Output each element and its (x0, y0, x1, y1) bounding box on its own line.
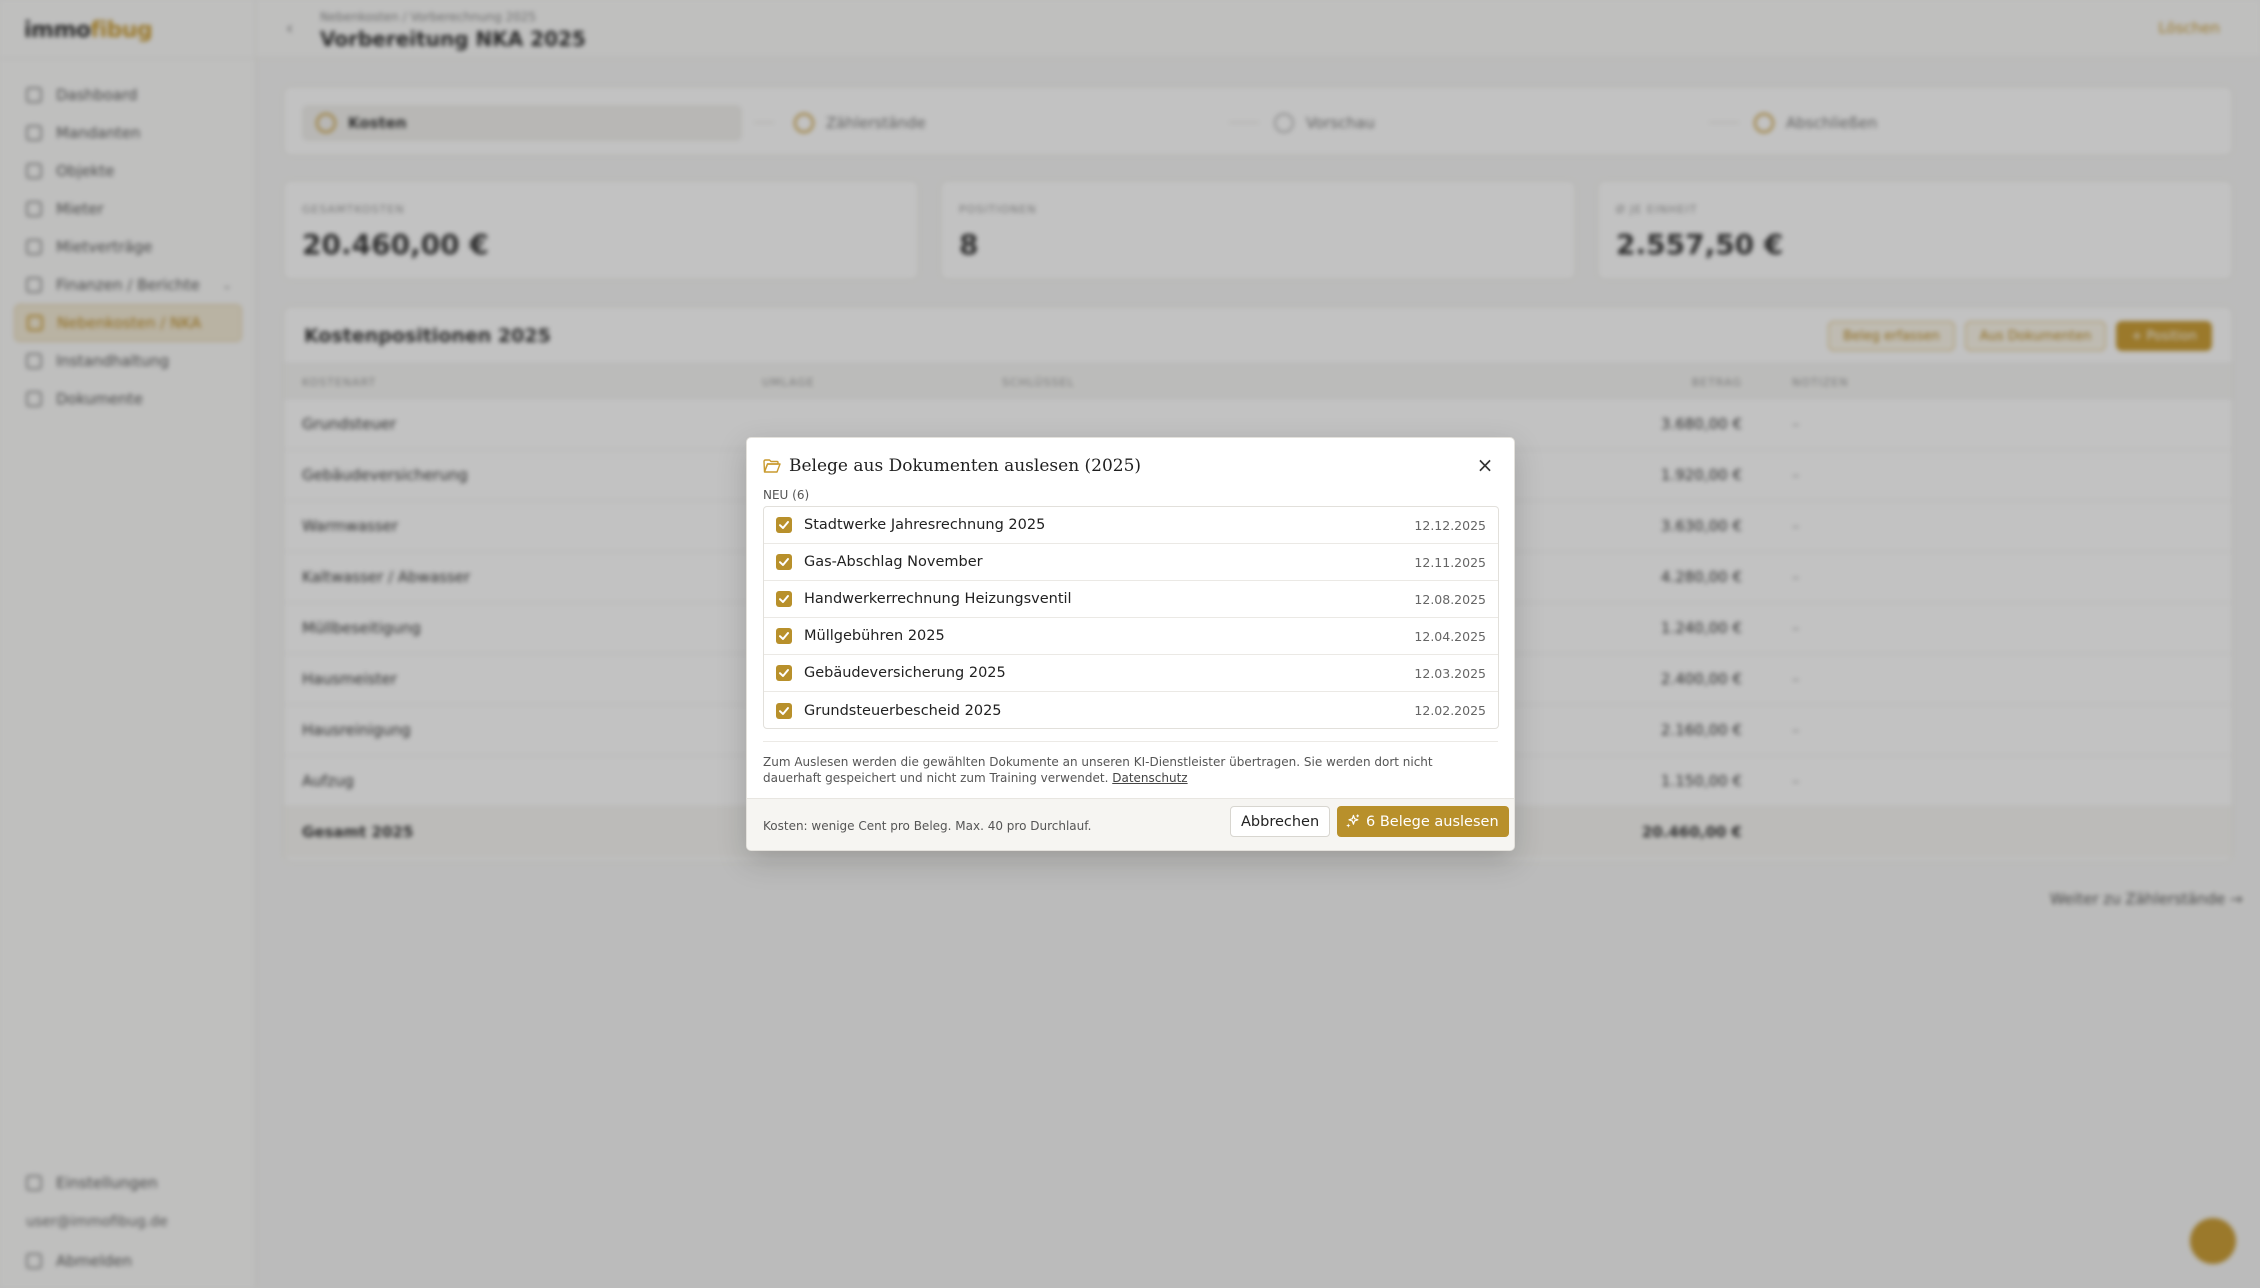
document-date: 12.02.2025 (1414, 703, 1486, 718)
checkbox-checked-icon[interactable] (776, 628, 792, 644)
checkbox-checked-icon[interactable] (776, 517, 792, 533)
cost-hint: Kosten: wenige Cent pro Beleg. Max. 40 p… (763, 819, 1092, 833)
read-documents-dialog: Belege aus Dokumenten auslesen (2025) × … (746, 437, 1515, 851)
checkbox-checked-icon[interactable] (776, 702, 792, 719)
sparkles-icon (1346, 814, 1360, 828)
document-list: Stadtwerke Jahresrechnung 2025 12.12.202… (763, 506, 1499, 729)
dialog-divider (763, 741, 1498, 742)
document-date: 12.08.2025 (1414, 591, 1486, 607)
document-title: Grundsteuerbescheid 2025 (804, 702, 1002, 719)
document-item[interactable]: Handwerkerrechnung Heizungsventil 12.08.… (764, 581, 1498, 618)
cancel-button[interactable]: Abbrechen (1230, 806, 1331, 837)
dialog-title: Belege aus Dokumenten auslesen (2025) (789, 456, 1142, 476)
dialog-header: Belege aus Dokumenten auslesen (2025) × (763, 453, 1498, 479)
document-item[interactable]: Stadtwerke Jahresrechnung 2025 12.12.202… (764, 507, 1498, 544)
privacy-link[interactable]: Datenschutz (1112, 771, 1187, 785)
document-item[interactable]: Müllgebühren 2025 12.04.2025 (764, 618, 1498, 655)
document-date: 12.12.2025 (1414, 517, 1486, 533)
document-date: 12.11.2025 (1414, 554, 1486, 570)
dialog-footer: Kosten: wenige Cent pro Beleg. Max. 40 p… (747, 798, 1514, 850)
read-receipts-button[interactable]: 6 Belege auslesen (1337, 806, 1509, 837)
document-title: Gebäudeversicherung 2025 (804, 665, 1006, 681)
section-label-new: NEU (6) (763, 488, 810, 502)
document-title: Müllgebühren 2025 (804, 628, 945, 644)
checkbox-checked-icon[interactable] (776, 554, 792, 570)
document-item[interactable]: Gebäudeversicherung 2025 12.03.2025 (764, 655, 1498, 692)
document-date: 12.04.2025 (1414, 628, 1486, 644)
checkbox-checked-icon[interactable] (776, 591, 792, 607)
document-title: Handwerkerrechnung Heizungsventil (804, 591, 1072, 607)
folder-open-icon (763, 459, 781, 473)
document-item[interactable]: Grundsteuerbescheid 2025 12.02.2025 (764, 692, 1498, 729)
document-date: 12.03.2025 (1414, 665, 1486, 681)
close-icon[interactable]: × (1472, 453, 1498, 479)
document-item[interactable]: Gas-Abschlag November 12.11.2025 (764, 544, 1498, 581)
document-title: Gas-Abschlag November (804, 554, 983, 570)
checkbox-checked-icon[interactable] (776, 665, 792, 681)
document-title: Stadtwerke Jahresrechnung 2025 (804, 517, 1046, 533)
privacy-note: Zum Auslesen werden die gewählten Dokume… (763, 755, 1433, 785)
